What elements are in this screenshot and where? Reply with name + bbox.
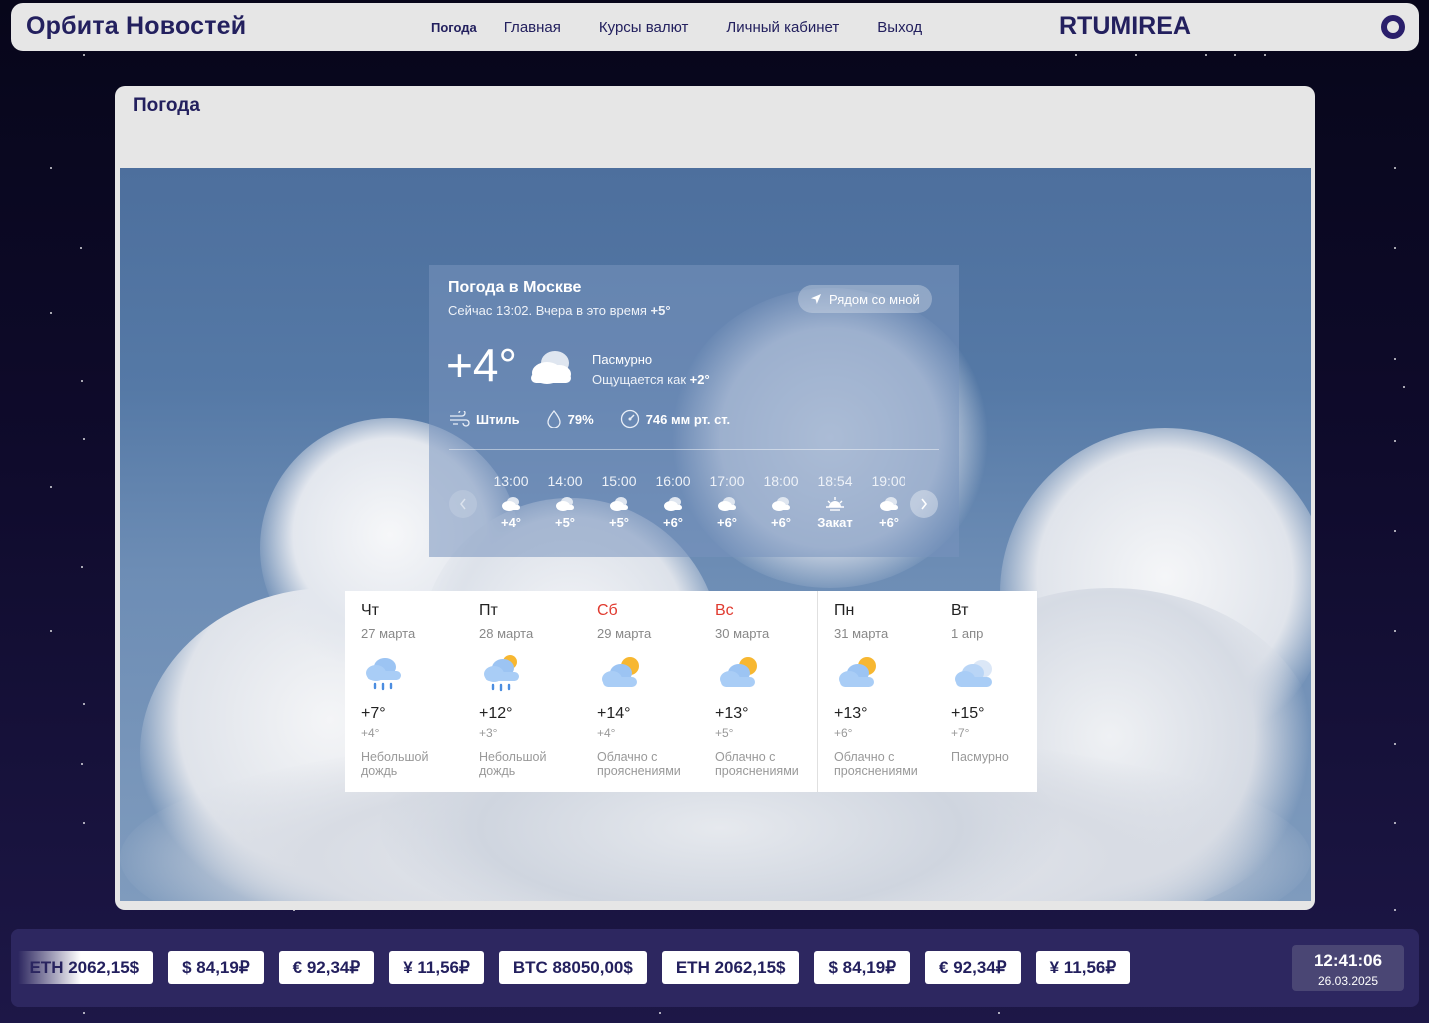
- nearby-button[interactable]: Рядом со мной: [798, 285, 932, 313]
- hourly-prev-button[interactable]: [449, 490, 477, 518]
- current-temperature: +4°: [446, 339, 517, 391]
- overcast-icon: [525, 347, 575, 392]
- chevron-right-icon: [921, 498, 928, 510]
- sunset-icon: [808, 493, 862, 513]
- site-id-label: RTUMIREA: [1059, 12, 1191, 40]
- hourly-item: 18:00 +6°: [754, 473, 808, 537]
- hourly-item: 14:00 +5°: [538, 473, 592, 537]
- wind-param: Штиль: [448, 411, 520, 427]
- ticker-chip: ¥ 11,56₽: [389, 951, 484, 984]
- cloudy-icon: [646, 493, 700, 513]
- hourly-item: 18:54 Закат: [808, 473, 862, 537]
- ticker-chip: ¥ 11,56₽: [1035, 951, 1131, 984]
- widget-divider: [449, 449, 939, 450]
- clock-date: 26.03.2025: [1317, 974, 1379, 988]
- rain-sun-icon: [479, 653, 581, 695]
- weather-subtitle: Сейчас 13:02. Вчера в это время +5°: [448, 303, 671, 318]
- pressure-param: 746 мм рт. ст.: [620, 409, 730, 429]
- ticker-chip: ETH 2062,15$: [661, 951, 800, 984]
- partly-cloudy-icon: [715, 653, 817, 695]
- feels-like-text: Ощущается как +2°: [592, 372, 710, 387]
- ticker-chip: € 92,34₽: [278, 951, 375, 984]
- weather-page-card: Погода Погода в Москве Сейчас 13:02. Вче…: [115, 86, 1315, 910]
- rain-icon: [361, 653, 463, 695]
- ticker-chip: € 92,34₽: [925, 951, 1021, 984]
- ticker-chip: $ 84,19₽: [814, 951, 911, 984]
- ticker-chip: $ 84,19₽: [168, 951, 264, 984]
- overcast-icon: [951, 653, 1053, 695]
- nav-logout[interactable]: Выход: [877, 19, 922, 36]
- theme-toggle-button[interactable]: [1381, 15, 1405, 39]
- daily-forecast: Чт 27 марта +7° +4° Небольшой дождь Пт 2…: [345, 591, 1037, 792]
- hourly-forecast-strip[interactable]: 13:00 +4° 14:00 +5° 15:00 +5° 16:00 +6° …: [484, 473, 905, 537]
- currency-ticker: $ ETH 2062,15$ $ 84,19₽ € 92,34₽ ¥ 11,56…: [11, 929, 1419, 1007]
- hourly-item: 15:00 +5°: [592, 473, 646, 537]
- hourly-item: 13:00 +4°: [484, 473, 538, 537]
- sky-background-image: Погода в Москве Сейчас 13:02. Вчера в эт…: [120, 168, 1311, 901]
- weather-city-title[interactable]: Погода в Москве: [448, 279, 581, 297]
- clock-widget: 12:41:06 26.03.2025: [1292, 945, 1404, 991]
- hourly-next-button[interactable]: [910, 490, 938, 518]
- nav-currency[interactable]: Курсы валют: [599, 19, 689, 36]
- gauge-icon: [620, 409, 639, 429]
- site-logo[interactable]: Орбита Новостей: [26, 12, 246, 41]
- forecast-day[interactable]: Пн 31 марта +13° +6° Облачно с прояснени…: [817, 591, 935, 792]
- forecast-day[interactable]: Вс 30 марта +13° +5° Облачно с прояснени…: [699, 591, 817, 792]
- forecast-day[interactable]: Вт 1 апр +15° +7° Пасмурно: [935, 591, 1053, 792]
- wind-icon: [450, 411, 470, 427]
- nav-home[interactable]: Главная: [504, 19, 561, 36]
- cloudy-icon: [484, 493, 538, 513]
- nav-weather[interactable]: Погода: [431, 20, 477, 35]
- ticker-fade-right: [1211, 929, 1291, 1007]
- location-arrow-icon: [811, 294, 821, 304]
- top-navbar: Орбита Новостей Погода Главная Курсы вал…: [11, 3, 1419, 51]
- page-title: Погода: [133, 95, 200, 116]
- water-drop-icon: [547, 410, 561, 428]
- cloudy-icon: [700, 493, 754, 513]
- weather-params: Штиль 79% 746 мм рт. ст.: [448, 409, 756, 429]
- hourly-item: 16:00 +6°: [646, 473, 700, 537]
- main-nav: Погода Главная Курсы валют Личный кабине…: [431, 3, 960, 51]
- partly-cloudy-icon: [597, 653, 699, 695]
- cloudy-icon: [754, 493, 808, 513]
- ticker-track: $ ETH 2062,15$ $ 84,19₽ € 92,34₽ ¥ 11,56…: [11, 951, 1145, 984]
- forecast-day[interactable]: Сб 29 марта +14° +4° Облачно с прояснени…: [581, 591, 699, 792]
- humidity-param: 79%: [546, 410, 594, 428]
- clock-time: 12:41:06: [1313, 951, 1383, 970]
- ticker-fade-left: [11, 929, 81, 1007]
- nav-account[interactable]: Личный кабинет: [726, 19, 839, 36]
- cloudy-icon: [538, 493, 592, 513]
- current-weather-widget: Погода в Москве Сейчас 13:02. Вчера в эт…: [429, 265, 959, 557]
- forecast-day[interactable]: Пт 28 марта +12° +3° Небольшой дождь: [463, 591, 581, 792]
- cloudy-icon: [592, 493, 646, 513]
- chevron-left-icon: [460, 498, 466, 510]
- ticker-chip: BTC 88050,00$: [498, 951, 647, 984]
- hourly-item: 19:00 +6°: [862, 473, 905, 537]
- cloudy-icon: [862, 493, 905, 513]
- forecast-day[interactable]: Чт 27 марта +7° +4° Небольшой дождь: [345, 591, 463, 792]
- partly-cloudy-icon: [834, 653, 935, 695]
- hourly-item: 17:00 +6°: [700, 473, 754, 537]
- condition-text: Пасмурно: [592, 352, 653, 367]
